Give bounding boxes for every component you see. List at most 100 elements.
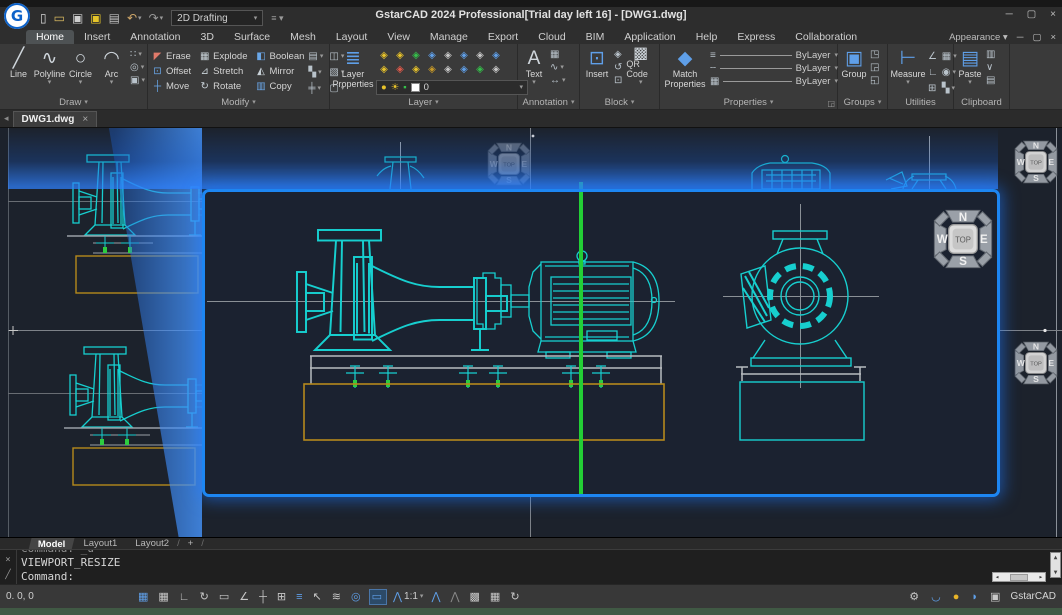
osnap-icon[interactable]: ∠ ▾ (237, 590, 253, 604)
bulb-icon[interactable]: ● (951, 590, 962, 604)
ungroup-icon[interactable]: ◳ (870, 49, 879, 60)
command-window[interactable]: × ╱ Command: _u VIEWPORT_RESIZE Command:… (0, 549, 1062, 584)
view-cube-ghost[interactable] (488, 142, 530, 184)
view-cube-inset[interactable] (934, 210, 991, 268)
annotation-panel-label[interactable]: Annotation▾ (518, 96, 579, 109)
close-tab-icon[interactable]: × (82, 114, 88, 125)
dimension-icon[interactable]: ↔▾ (550, 75, 566, 86)
layer-tool-icon[interactable]: ◈ (440, 63, 456, 77)
unlock-icon[interactable]: ◡ (929, 590, 943, 604)
modify-tool-button[interactable]: ⊡ Offset (152, 64, 191, 79)
open-icon[interactable]: ▭ ▾ (54, 12, 65, 24)
table-settings-icon[interactable]: ▦ ▾ (488, 590, 504, 604)
lineweight-select[interactable]: ≡ ByLayer ▾ (710, 50, 838, 61)
view-cube-top-right[interactable] (1015, 140, 1057, 182)
ribbon-close-button[interactable]: × (1050, 32, 1056, 43)
ribbon-tab[interactable]: Layout (326, 30, 378, 44)
match-properties-button[interactable]: ◆ Match Properties (664, 47, 706, 96)
hatch-tools-icon[interactable]: ▣▾ (130, 75, 145, 86)
layer-tool-icon[interactable]: ◈ (424, 63, 440, 77)
layer-tool-icon[interactable]: ◈ (424, 49, 440, 63)
layer-tool-icon[interactable]: ◈ (376, 63, 392, 77)
foundation-outline[interactable] (304, 384, 664, 440)
angle-icon[interactable]: ∠▾ (928, 49, 938, 63)
modify-tool-button[interactable]: ▦ Explode (199, 49, 247, 64)
group-edit-icon[interactable]: ◲ (870, 62, 879, 73)
fillet-icon[interactable]: ▚▾ (308, 65, 323, 79)
modify-tool-button[interactable]: ◭ Mirror (256, 64, 305, 79)
block-panel-label[interactable]: Block▾ (580, 96, 659, 109)
layer-tool-icon[interactable]: ◈ (392, 63, 408, 77)
leader-icon[interactable]: ∿▾ (550, 62, 566, 73)
layer-tool-icon[interactable]: ◈ (456, 63, 472, 77)
qr-code-button[interactable]: ▩ QR Code ▾ (626, 47, 655, 96)
modify-tool-button[interactable]: ↻ Rotate (199, 79, 247, 94)
settings-gear-icon[interactable]: ⚙ (907, 590, 921, 604)
layer-tool-icon[interactable]: ◈ (408, 63, 424, 77)
group-manager-icon[interactable]: ◱ (870, 75, 879, 86)
fullscreen-icon[interactable]: ▣ (988, 590, 1002, 604)
clean-screen-icon[interactable]: ▭ ▾ (369, 589, 387, 605)
draw-tool-button[interactable]: ∿ Polyline ▾ (35, 47, 64, 96)
layer-tool-icon[interactable]: ◈ (456, 49, 472, 63)
linetype-select[interactable]: ┄ ByLayer ▾ (710, 63, 838, 74)
ribbon-tab[interactable]: Insert (74, 30, 120, 44)
auto-annotation-icon[interactable]: ⋀ ▾ (448, 590, 463, 604)
array-icon[interactable]: ▤▾ (308, 49, 323, 63)
ribbon-minimize-button[interactable]: ─ (1017, 32, 1024, 43)
lineweight-icon[interactable]: ≡ ▾ (294, 590, 306, 604)
copy-with-base-icon[interactable]: ▤ (986, 75, 995, 86)
groups-panel-label[interactable]: Groups▾ (838, 96, 887, 109)
layer-tool-icon[interactable]: ◈ (440, 49, 456, 63)
close-command-icon[interactable]: × (5, 555, 10, 565)
selection-cycling-icon[interactable]: ↖ ▾ (311, 590, 326, 604)
isometric-drafting-icon[interactable]: ▭ ▾ (217, 590, 233, 604)
table-icon[interactable]: ▦▾ (550, 49, 566, 60)
layer-tool-icon[interactable]: ◈ (472, 63, 488, 77)
osnap-tracking-icon[interactable]: ┼ ▾ (257, 590, 271, 604)
sync-icon[interactable]: ↻ ▾ (508, 590, 523, 604)
draw-tool-button[interactable]: ◠ Arc ▾ (97, 47, 126, 96)
layout-tab[interactable]: Layout1 (75, 538, 125, 550)
copy-clip-icon[interactable]: ▥ (986, 49, 995, 60)
app-logo[interactable]: G (4, 3, 30, 29)
polar-tracking-icon[interactable]: ↻ ▾ (198, 590, 213, 604)
save-as-icon[interactable]: ▣ ▾ (90, 12, 101, 24)
draw-tool-button[interactable]: ╱ Line ▾ (4, 47, 33, 96)
ribbon-tab[interactable]: Application (614, 30, 685, 44)
transparency-icon[interactable]: ≋ ▾ (330, 590, 345, 604)
ribbon-tab[interactable]: Export (478, 30, 528, 44)
base-frame[interactable] (310, 356, 662, 384)
layer-tool-icon[interactable]: ◈ (472, 49, 488, 63)
inset-drawing[interactable] (205, 192, 997, 494)
ribbon-tab[interactable]: Collaboration (785, 30, 867, 44)
motor[interactable] (529, 251, 659, 358)
green-line[interactable] (579, 192, 583, 494)
paste-button[interactable]: ▤ Paste ▾ (958, 47, 982, 96)
ribbon-tab[interactable]: Annotation (120, 30, 190, 44)
dynamic-input-icon[interactable]: ⊞ ▾ (275, 590, 290, 604)
point-tools-icon[interactable]: ∷▾ (130, 49, 145, 60)
grid-icon[interactable]: ▦ ▾ (156, 590, 172, 604)
ribbon-tab[interactable]: Mesh (280, 30, 326, 44)
command-vertical-scrollbar[interactable]: ▲▼ (1050, 552, 1061, 578)
modify-panel-label[interactable]: Modify▾ (148, 96, 329, 109)
utilities-panel-label[interactable]: Utilities (888, 96, 953, 109)
ribbon-tab[interactable]: 3D (191, 30, 224, 44)
minimize-button[interactable]: ─ (1006, 9, 1013, 20)
insert-block-button[interactable]: ⊡ Insert (584, 47, 610, 96)
group-button[interactable]: ▣ Group (842, 47, 866, 96)
properties-panel-label[interactable]: Properties▾ (660, 96, 837, 109)
tab-scroll-left-icon[interactable]: ◂ (0, 113, 13, 127)
save-icon[interactable]: ▣ ▾ (72, 12, 83, 24)
block-editor-icon[interactable]: ↺ (614, 62, 622, 73)
draw-panel-label[interactable]: Draw▾ (0, 96, 147, 109)
cut-icon[interactable]: ∨ (986, 62, 995, 73)
pump-end-view[interactable] (723, 204, 879, 440)
divider-grip[interactable] (1043, 329, 1046, 332)
clipboard-panel-label[interactable]: Clipboard (954, 96, 1009, 109)
layer-tool-icon[interactable]: ◈ (488, 63, 504, 77)
customize-qat-icon[interactable]: ≡ ▾ (271, 13, 283, 24)
annotation-scale-icon[interactable]: ⋀ 1:1 ▾ (391, 590, 425, 604)
measure-button[interactable]: ⊢ Measure ▾ (892, 47, 924, 96)
